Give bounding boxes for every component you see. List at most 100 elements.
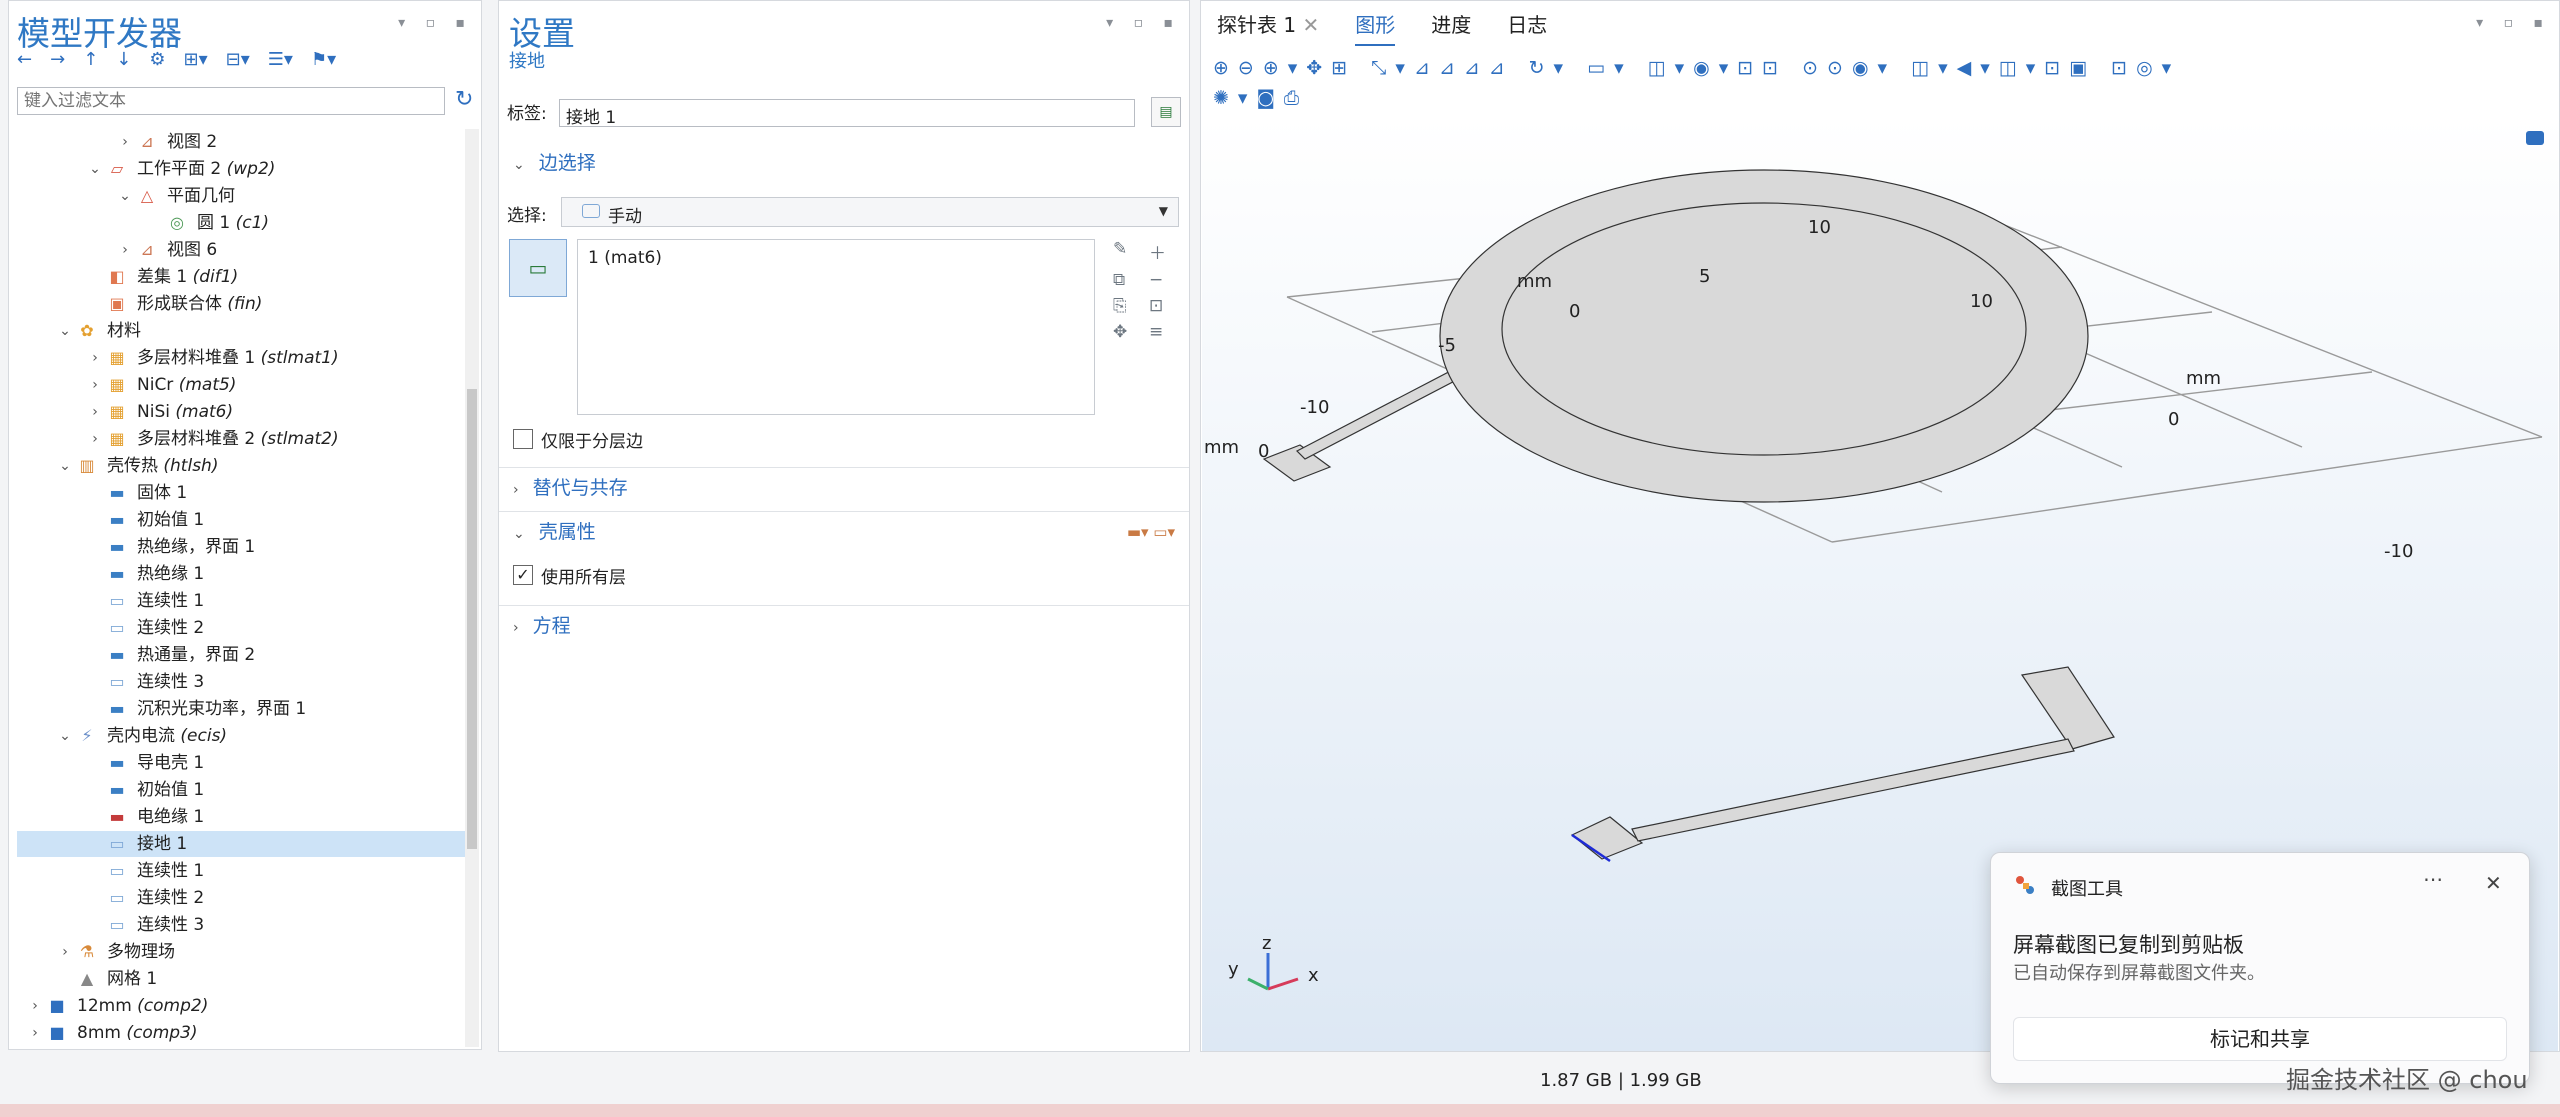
disk-outer xyxy=(1439,169,2089,503)
expand-icon[interactable]: ⊞▾ xyxy=(184,49,208,70)
tree-item[interactable]: › ■ 12mm (comp2) xyxy=(17,993,465,1019)
tree-item[interactable]: ⌄ ✿ 材料 xyxy=(17,318,465,344)
chevron-down-icon[interactable]: ⌄ xyxy=(87,156,103,182)
tab-progress[interactable]: 进度 xyxy=(1431,9,1471,46)
tree-item[interactable]: ▭ 连续性 2 xyxy=(17,885,465,911)
tree-item[interactable]: ▲ 网格 1 xyxy=(17,966,465,992)
union-icon: ▣ xyxy=(109,294,125,313)
clear-selection-icon[interactable]: ⎘ xyxy=(1113,296,1143,316)
section-shell-properties[interactable]: ⌄ 壳属性 ▬▾ ▭▾ xyxy=(499,511,1189,551)
down-arrow-icon[interactable]: ↓ xyxy=(116,49,131,70)
chevron-right-icon[interactable]: › xyxy=(27,1020,43,1046)
tree-item[interactable]: ▬ 热绝缘 1 xyxy=(17,561,465,587)
list-view-icon[interactable]: ≡ xyxy=(1149,322,1179,342)
panel-controls[interactable]: ▾ ▫ ▪ xyxy=(398,15,473,31)
tree-item[interactable]: ▭ 连续性 3 xyxy=(17,669,465,695)
tree-item[interactable]: ▭ 连续性 3 xyxy=(17,912,465,938)
tree-item[interactable]: ◎ 圆 1 (c1) xyxy=(17,210,465,236)
tree-item[interactable]: ▬ 初始值 1 xyxy=(17,507,465,533)
paste-selection-icon[interactable]: ✎ xyxy=(1113,239,1143,264)
section-equation[interactable]: › 方程 xyxy=(499,605,1189,645)
chevron-right-icon[interactable]: › xyxy=(87,399,103,425)
tree-item[interactable]: ⌄ ⚡ 壳内电流 (ecis) xyxy=(17,723,465,749)
use-all-layers-checkbox[interactable]: ✓ xyxy=(513,565,533,585)
tree-item[interactable]: › ■ 8mm (comp3) xyxy=(17,1020,465,1046)
tree-item[interactable]: › ▦ NiSi (mat6) xyxy=(17,399,465,425)
move-icon[interactable]: ✥ xyxy=(1113,322,1143,342)
tree-item[interactable]: › ▦ NiCr (mat5) xyxy=(17,372,465,398)
list-icon[interactable]: ☰▾ xyxy=(268,49,293,70)
list-item[interactable]: 1 (mat6) xyxy=(588,248,1084,268)
chevron-right-icon[interactable]: › xyxy=(87,426,103,452)
chevron-down-icon[interactable]: ⌄ xyxy=(57,453,73,479)
label-apply-icon[interactable]: ▤ xyxy=(1151,97,1181,127)
tree-item[interactable]: ▣ 形成联合体 (fin) xyxy=(17,291,465,317)
forward-arrow-icon[interactable]: → xyxy=(50,49,65,70)
tree-item[interactable]: › ▦ 多层材料堆叠 1 (stlmat1) xyxy=(17,345,465,371)
tab-probe-table[interactable]: 探针表 1 ✕ xyxy=(1217,9,1319,46)
only-layer-edges-checkbox[interactable] xyxy=(513,429,533,449)
pin-icon[interactable]: ⚑▾ xyxy=(311,49,336,70)
chevron-right-icon[interactable]: › xyxy=(117,237,133,263)
chevron-down-icon[interactable]: ⌄ xyxy=(117,183,133,209)
settings-icon[interactable]: ⚙ xyxy=(149,49,165,70)
label-field[interactable]: 接地 1 xyxy=(559,99,1135,128)
chevron-right-icon[interactable]: › xyxy=(57,939,73,965)
tree-item[interactable]: › ⚗ 多物理场 xyxy=(17,939,465,965)
tree-item[interactable]: ⌄ ▥ 壳传热 (htlsh) xyxy=(17,453,465,479)
chevron-down-icon[interactable]: ⌄ xyxy=(57,723,73,749)
tree-item[interactable]: ▭ 连续性 2 xyxy=(17,615,465,641)
panel-controls[interactable]: ▾ ▫ ▪ xyxy=(1106,15,1181,31)
tree-scrollbar-thumb[interactable] xyxy=(467,389,477,849)
chevron-right-icon[interactable]: › xyxy=(87,345,103,371)
graphics-toolbar[interactable]: ⊕⊖⊕▾✥⊞ ⤡▾⊿⊿⊿⊿ ↻▾ ▭▾ ◫▾◉▾⊡⊡ ⊙⊙◉▾ ◫▾◀▾◫▾⊡▣… xyxy=(1213,53,2553,113)
tree-item[interactable]: › ⊿ 视图 6 xyxy=(17,237,465,263)
up-arrow-icon[interactable]: ↑ xyxy=(83,49,98,70)
chevron-right-icon[interactable]: › xyxy=(87,372,103,398)
tab-graphics[interactable]: 图形 xyxy=(1355,9,1396,46)
tree-item[interactable]: ▬ 电绝缘 1 xyxy=(17,804,465,830)
tree-item[interactable]: ▬ 导电壳 1 xyxy=(17,750,465,776)
back-arrow-icon[interactable]: ← xyxy=(17,49,32,70)
tree-item[interactable]: ▭ 接地 1 xyxy=(17,831,465,857)
add-icon[interactable]: ＋ xyxy=(1149,239,1179,264)
tree-item[interactable]: ▭ 连续性 1 xyxy=(17,588,465,614)
tree-item[interactable]: ◧ 差集 1 (dif1) xyxy=(17,264,465,290)
tree-item[interactable]: ▬ 初始值 1 xyxy=(17,777,465,803)
tree-item[interactable]: › ▦ 多层材料堆叠 2 (stlmat2) xyxy=(17,426,465,452)
tree-item[interactable]: ▬ 热通量，界面 2 xyxy=(17,642,465,668)
panel-controls[interactable]: ▾ ▫ ▪ xyxy=(2476,15,2551,31)
tree-item[interactable]: › ⊿ 视图 2 xyxy=(17,129,465,155)
tree-item-label: 连续性 3 xyxy=(137,915,205,935)
tree-item[interactable]: ▬ 热绝缘，界面 1 xyxy=(17,534,465,560)
tree-item[interactable]: ▬ 固体 1 xyxy=(17,480,465,506)
zoom-selection-icon[interactable]: ⊡ xyxy=(1149,296,1179,316)
snipping-tool-icon xyxy=(2016,876,2034,894)
chevron-right-icon[interactable]: › xyxy=(117,129,133,155)
tree-item[interactable]: ▬ 沉积光束功率，界面 1 xyxy=(17,696,465,722)
tree-item[interactable]: ▭ 连续性 1 xyxy=(17,858,465,884)
remove-icon[interactable]: − xyxy=(1149,270,1179,290)
section-edge-selection[interactable]: ⌄ 边选择 xyxy=(499,143,1189,183)
refresh-icon[interactable]: ↻ xyxy=(455,87,473,112)
chevron-down-icon[interactable]: ⌄ xyxy=(57,318,73,344)
close-icon[interactable]: ✕ xyxy=(1302,13,1319,37)
layer-icon[interactable]: ▬▾ ▭▾ xyxy=(1127,512,1175,552)
close-icon[interactable]: ✕ xyxy=(2485,871,2502,895)
activate-selection-toggle[interactable]: ▭ xyxy=(509,239,567,297)
chevron-right-icon[interactable]: › xyxy=(27,993,43,1019)
tree-item[interactable]: ⌄ △ 平面几何 xyxy=(17,183,465,209)
view-settings-icon[interactable] xyxy=(2526,131,2544,145)
more-options-icon[interactable]: ⋯ xyxy=(2423,867,2443,891)
copy-selection-icon[interactable]: ⧉ xyxy=(1113,270,1143,290)
section-override[interactable]: › 替代与共存 xyxy=(499,467,1189,507)
tab-log[interactable]: 日志 xyxy=(1507,9,1547,46)
selection-list[interactable]: 1 (mat6) xyxy=(577,239,1095,415)
tree-item[interactable]: ⌄ ▱ 工作平面 2 (wp2) xyxy=(17,156,465,182)
markup-and-share-button[interactable]: 标记和共享 xyxy=(2013,1017,2507,1061)
collapse-icon[interactable]: ⊟▾ xyxy=(226,49,250,70)
filter-input[interactable] xyxy=(17,87,445,115)
selection-dropdown[interactable]: 手动 ▼ xyxy=(561,197,1179,227)
model-builder-panel: 模型开发器 ▾ ▫ ▪ ← → ↑ ↓ ⚙ ⊞▾ ⊟▾ ☰▾ ⚑▾ ↻ › ⊿ 视图… xyxy=(8,0,482,1050)
x-tick: 10 xyxy=(1970,291,1993,312)
